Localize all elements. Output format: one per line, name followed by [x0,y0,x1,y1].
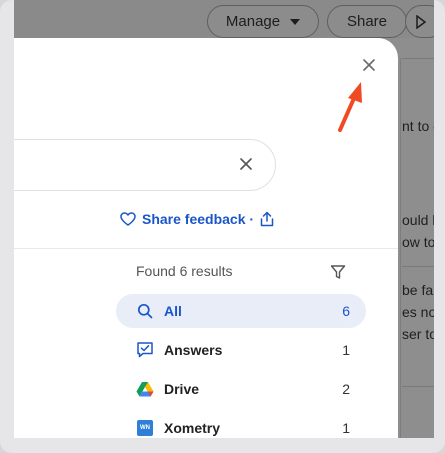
background-toolbar: Manage Share [14,0,434,38]
result-count: 2 [342,381,350,397]
result-filter-xometry[interactable]: WN Xometry 1 [116,411,366,438]
chat-check-icon [136,341,154,359]
share-feedback-link[interactable]: Share feedback · [120,209,274,229]
background-snippet: ow to [402,234,434,250]
background-snippet: ould b [402,212,434,228]
manage-button-label: Manage [225,13,281,30]
result-filter-answers[interactable]: Answers 1 [116,333,366,367]
more-button[interactable] [405,5,434,38]
background-snippet: es no [402,304,434,320]
annotation-arrow-icon [338,82,362,132]
result-filter-drive[interactable]: Drive 2 [116,372,366,406]
background-snippet: nt to c [402,118,434,134]
filter-icon [330,265,346,279]
background-divider [400,58,401,438]
share-button[interactable]: Share [327,5,407,38]
result-count: 1 [342,342,350,358]
results-summary: Found 6 results [136,263,233,279]
background-snippet: ser to [402,326,434,342]
xometry-badge-text: WN [137,420,153,436]
search-icon [136,302,154,320]
result-count: 1 [342,420,350,436]
share-feedback-label: Share feedback · [142,211,255,227]
heart-icon [120,212,136,226]
result-count: 6 [342,303,350,319]
background-rule [402,266,434,267]
close-icon [363,59,375,71]
result-label: All [164,303,182,319]
background-rule [402,58,434,59]
result-label: Drive [164,381,200,397]
xometry-icon: WN [136,419,154,437]
filter-button[interactable] [328,262,348,282]
results-list: All 6 Answers 1 Drive 2 WN Xometry 1 [116,294,366,438]
result-filter-all[interactable]: All 6 [116,294,366,328]
google-drive-icon [136,380,154,398]
manage-button[interactable]: Manage [207,5,319,38]
background-rule [402,386,434,387]
result-label: Xometry [164,420,221,436]
play-icon [416,14,426,29]
close-button[interactable] [358,54,380,76]
background-snippet: be fa [402,282,434,298]
caret-down-icon [290,18,301,25]
clear-search-button[interactable] [236,154,256,174]
result-label: Answers [164,342,223,358]
section-divider [14,248,398,249]
close-icon [240,158,252,170]
share-button-label: Share [346,13,388,30]
upload-icon [260,211,274,227]
